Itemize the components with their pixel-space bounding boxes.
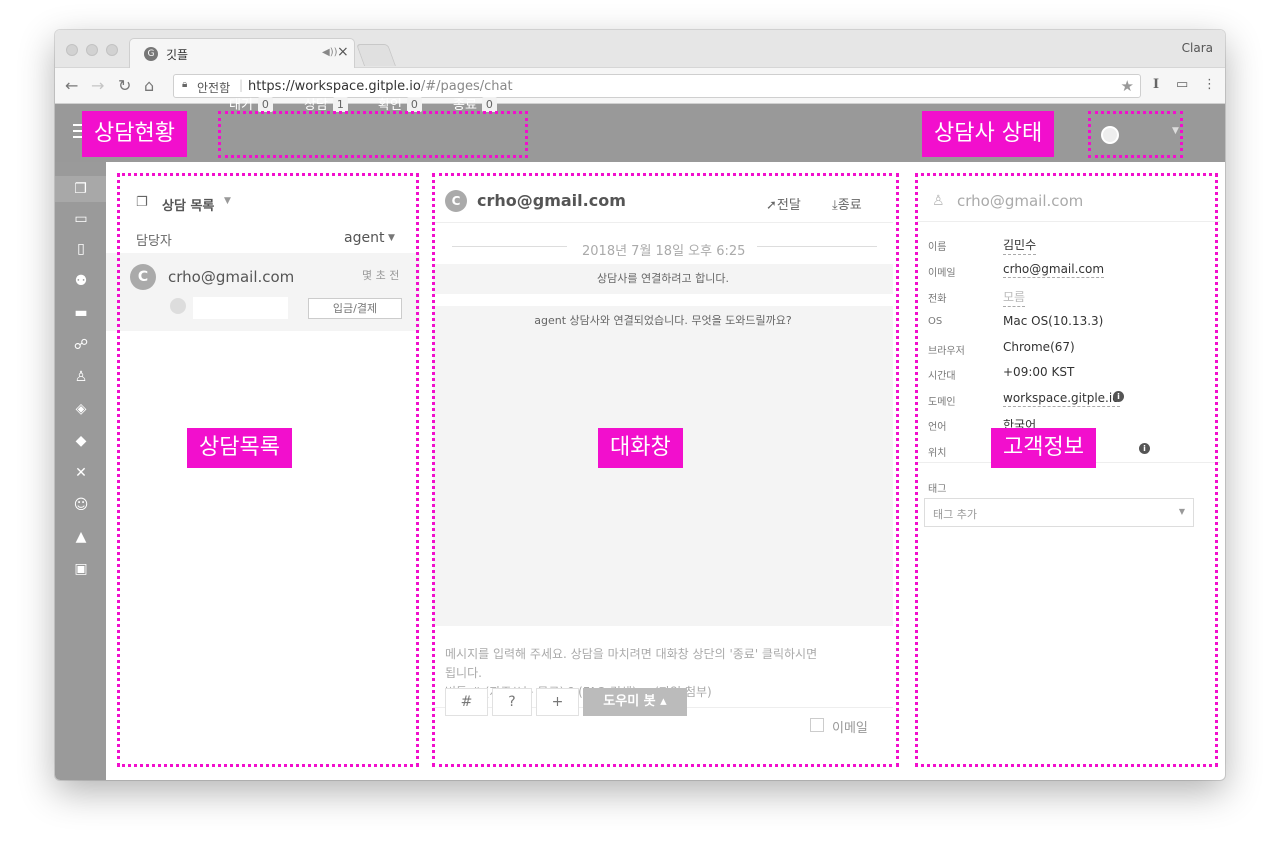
cast-icon[interactable]: ▭ bbox=[1176, 77, 1188, 92]
closed-count-badge: 0 bbox=[481, 97, 497, 112]
gitple-favicon-icon: G bbox=[144, 47, 158, 61]
status-annotation-label: 상담현황 bbox=[82, 111, 187, 157]
android-icon[interactable]: ♙ bbox=[68, 364, 94, 390]
maximize-window-button[interactable] bbox=[106, 44, 118, 56]
tags-icon[interactable]: ◆ bbox=[68, 428, 94, 454]
menu-dots-icon[interactable]: ⋮ bbox=[1203, 77, 1216, 92]
briefcase-icon[interactable]: ▬ bbox=[68, 300, 94, 326]
speaker-icon[interactable]: ◀)) bbox=[322, 47, 338, 58]
agent-status-annotation-label: 상담사 상태 bbox=[922, 111, 1055, 157]
home-icon[interactable]: ⌂ bbox=[144, 76, 154, 95]
clipboard-icon[interactable]: ▯ bbox=[68, 236, 94, 262]
minimize-window-button[interactable] bbox=[86, 44, 98, 56]
comment-smile-icon[interactable]: ▣ bbox=[68, 556, 94, 582]
monitor-icon[interactable]: ▭ bbox=[68, 206, 94, 232]
flask-icon[interactable]: ▲ bbox=[68, 524, 94, 550]
users-icon[interactable]: ⚉ bbox=[68, 268, 94, 294]
reload-icon[interactable]: ↻ bbox=[118, 76, 131, 95]
customer-info-highlight bbox=[915, 173, 1218, 767]
secure-label: 안전함 bbox=[197, 81, 231, 95]
url-text: https://workspace.gitple.io/#/pages/chat bbox=[248, 79, 513, 94]
confirm-count-badge: 0 bbox=[406, 97, 422, 112]
close-window-button[interactable] bbox=[66, 44, 78, 56]
sitemap-icon[interactable]: ☍ bbox=[68, 332, 94, 358]
bookmark-star-icon[interactable]: ★ bbox=[1121, 77, 1134, 95]
waiting-count-badge: 0 bbox=[257, 97, 273, 112]
browser-tab[interactable]: G 깃플 ◀)) × bbox=[129, 38, 355, 69]
customer-info-annotation-label: 고객정보 bbox=[991, 428, 1096, 468]
chat-list-highlight bbox=[117, 173, 419, 767]
browser-tab-bar: G 깃플 ◀)) × Clara bbox=[55, 30, 1225, 69]
tools-icon[interactable]: ✕ bbox=[68, 460, 94, 486]
back-icon[interactable]: ← bbox=[65, 76, 78, 95]
consulting-count-badge: 1 bbox=[332, 97, 348, 112]
chat-list-annotation-label: 상담목록 bbox=[187, 428, 292, 468]
chat-window-highlight bbox=[432, 173, 899, 767]
sidebar: ❐ ▭ ▯ ⚉ ▬ ☍ ♙ ◈ ◆ ✕ ☺ ▲ ▣ bbox=[55, 162, 106, 780]
browser-profile-name[interactable]: Clara bbox=[1182, 41, 1213, 55]
chat-window-annotation-label: 대화창 bbox=[598, 428, 683, 468]
chat-icon[interactable]: ❐ bbox=[55, 176, 106, 202]
agent-status-highlight bbox=[1088, 111, 1183, 158]
lock-icon: 🔒︎ bbox=[182, 79, 188, 90]
close-tab-icon[interactable]: × bbox=[337, 44, 349, 60]
smile-icon[interactable]: ☺ bbox=[68, 492, 94, 518]
new-tab-button[interactable] bbox=[355, 44, 397, 66]
tab-title: 깃플 bbox=[166, 48, 189, 62]
extension-icon[interactable]: I bbox=[1153, 77, 1159, 92]
forward-icon[interactable]: → bbox=[91, 76, 104, 95]
status-tabs-highlight bbox=[218, 111, 528, 158]
graduation-cap-icon[interactable]: ◈ bbox=[68, 396, 94, 422]
